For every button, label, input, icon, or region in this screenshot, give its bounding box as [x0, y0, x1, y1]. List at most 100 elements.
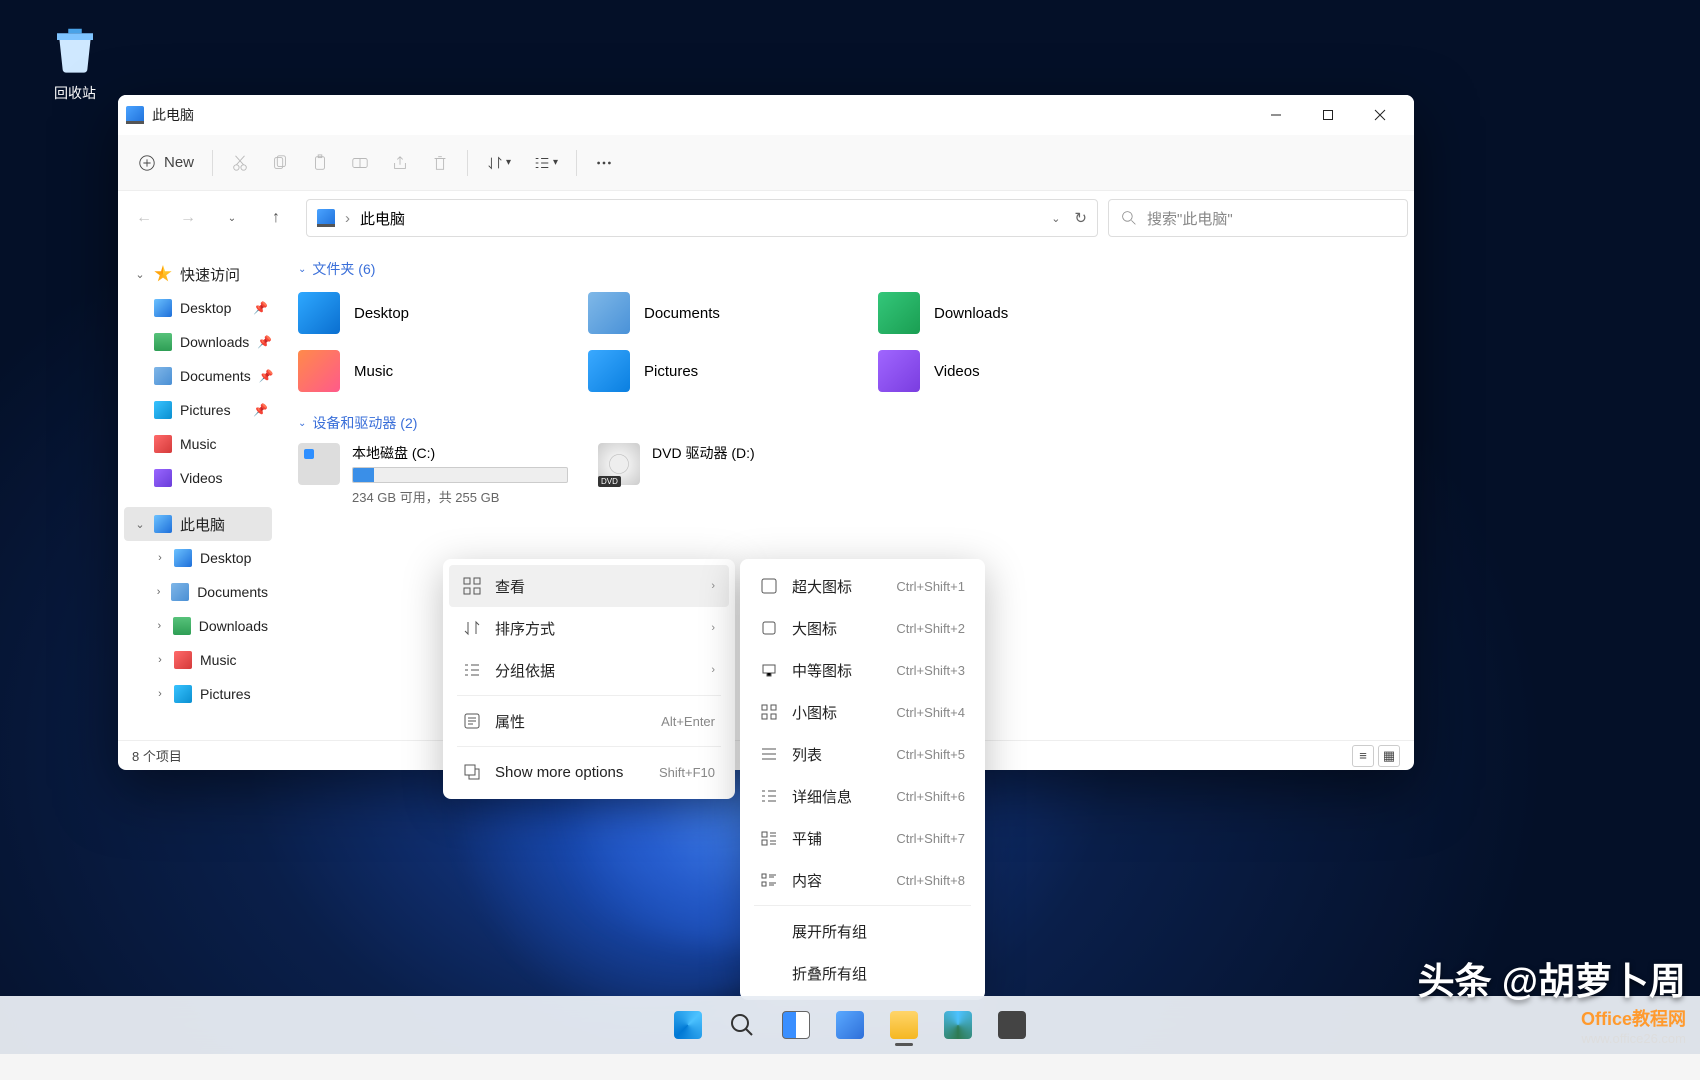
- documents-icon: [588, 292, 630, 334]
- search-box[interactable]: 搜索"此电脑": [1108, 199, 1408, 237]
- submenu-medium[interactable]: 中等图标Ctrl+Shift+3: [746, 649, 979, 691]
- copy-button[interactable]: [261, 143, 299, 183]
- this-pc-header[interactable]: ⌄此电脑: [124, 507, 272, 541]
- pictures-icon: [154, 401, 172, 419]
- quick-access-header[interactable]: ⌄快速访问: [118, 257, 278, 291]
- sidebar-item-desktop[interactable]: Desktop📌: [118, 291, 278, 325]
- explorer-taskbar-button[interactable]: [881, 1002, 927, 1048]
- folder-videos[interactable]: Videos: [878, 347, 1148, 395]
- pin-icon: 📌: [253, 301, 268, 315]
- submenu-small[interactable]: 小图标Ctrl+Shift+4: [746, 691, 979, 733]
- store-button[interactable]: [989, 1002, 1035, 1048]
- drive-d[interactable]: DVD 驱动器 (D:): [598, 443, 868, 506]
- content-icon: [760, 871, 778, 889]
- folder-pictures[interactable]: Pictures: [588, 347, 858, 395]
- widgets-button[interactable]: [827, 1002, 873, 1048]
- sidebar-item-music[interactable]: Music: [118, 427, 278, 461]
- tiles-view-toggle[interactable]: ▦: [1378, 745, 1400, 767]
- new-button[interactable]: New: [128, 143, 204, 183]
- drive-c[interactable]: 本地磁盘 (C:) 234 GB 可用，共 255 GB: [298, 443, 568, 506]
- submenu-content[interactable]: 内容Ctrl+Shift+8: [746, 859, 979, 901]
- grid-icon: [463, 577, 481, 595]
- more-button[interactable]: [585, 143, 623, 183]
- recent-button[interactable]: ⌄: [212, 198, 252, 238]
- submenu-tiles[interactable]: 平铺Ctrl+Shift+7: [746, 817, 979, 859]
- dvd-icon: [598, 443, 640, 485]
- back-button[interactable]: ←: [124, 198, 164, 238]
- sidebar-item-documents[interactable]: Documents📌: [118, 359, 278, 393]
- watermark: 头条 @胡萝卜周 Office教程网 www.office26.com: [1418, 951, 1686, 1046]
- cut-button[interactable]: [221, 143, 259, 183]
- folder-music[interactable]: Music: [298, 347, 568, 395]
- address-bar[interactable]: › 此电脑 ⌄ ↻: [306, 199, 1098, 237]
- sidebar-pc-desktop[interactable]: ›Desktop: [118, 541, 278, 575]
- menu-properties[interactable]: 属性Alt+Enter: [449, 700, 729, 742]
- chevron-right-icon: ›: [711, 622, 715, 634]
- drives-group-header[interactable]: ⌄设备和驱动器 (2): [298, 413, 1394, 433]
- submenu-collapse-all[interactable]: 折叠所有组: [746, 952, 979, 994]
- maximize-button[interactable]: [1302, 95, 1354, 135]
- submenu-details[interactable]: 详细信息Ctrl+Shift+6: [746, 775, 979, 817]
- delete-button[interactable]: [421, 143, 459, 183]
- search-button[interactable]: [719, 1002, 765, 1048]
- chevron-down-icon[interactable]: ⌄: [1051, 212, 1060, 225]
- recycle-bin[interactable]: 回收站: [30, 22, 120, 103]
- sidebar-pc-downloads[interactable]: ›Downloads: [118, 609, 278, 643]
- minimize-button[interactable]: [1250, 95, 1302, 135]
- folders-group-header[interactable]: ⌄文件夹 (6): [298, 259, 1394, 279]
- start-button[interactable]: [665, 1002, 711, 1048]
- share-icon: [391, 154, 409, 172]
- forward-button[interactable]: →: [168, 198, 208, 238]
- submenu-list[interactable]: 列表Ctrl+Shift+5: [746, 733, 979, 775]
- folder-downloads[interactable]: Downloads: [878, 289, 1148, 337]
- paste-button[interactable]: [301, 143, 339, 183]
- sidebar-item-pictures[interactable]: Pictures📌: [118, 393, 278, 427]
- this-pc-icon: [317, 209, 335, 227]
- menu-sort[interactable]: 排序方式›: [449, 607, 729, 649]
- sidebar-pc-documents[interactable]: ›Documents: [118, 575, 278, 609]
- refresh-button[interactable]: ↻: [1074, 209, 1087, 227]
- folder-documents[interactable]: Documents: [588, 289, 858, 337]
- new-label: New: [164, 154, 194, 171]
- details-view-toggle[interactable]: ≡: [1352, 745, 1374, 767]
- sidebar-item-downloads[interactable]: Downloads📌: [118, 325, 278, 359]
- sort-icon: [463, 619, 481, 637]
- menu-more-options[interactable]: Show more optionsShift+F10: [449, 751, 729, 793]
- drive-c-usage-bar: [352, 467, 568, 483]
- chevron-right-icon: ›: [345, 210, 350, 227]
- sidebar-pc-pictures[interactable]: ›Pictures: [118, 677, 278, 711]
- submenu-extra-large[interactable]: 超大图标Ctrl+Shift+1: [746, 565, 979, 607]
- search-placeholder: 搜索"此电脑": [1147, 208, 1233, 229]
- taskview-icon: [782, 1011, 810, 1039]
- sidebar-pc-music[interactable]: ›Music: [118, 643, 278, 677]
- sort-button[interactable]: ▾: [476, 143, 521, 183]
- titlebar[interactable]: 此电脑: [118, 95, 1414, 135]
- folder-desktop[interactable]: Desktop: [298, 289, 568, 337]
- up-button[interactable]: ↑: [256, 198, 296, 238]
- lg-icon: [760, 619, 778, 637]
- view-submenu: 超大图标Ctrl+Shift+1 大图标Ctrl+Shift+2 中等图标Ctr…: [740, 559, 985, 1000]
- sidebar-item-videos[interactable]: Videos: [118, 461, 278, 495]
- menu-group[interactable]: 分组依据›: [449, 649, 729, 691]
- rename-button[interactable]: [341, 143, 379, 183]
- md-icon: [760, 661, 778, 679]
- sm-icon: [760, 703, 778, 721]
- close-button[interactable]: [1354, 95, 1406, 135]
- address-segment[interactable]: 此电脑: [360, 208, 405, 229]
- videos-icon: [154, 469, 172, 487]
- recycle-bin-label: 回收站: [30, 83, 120, 103]
- windows-icon: [674, 1011, 702, 1039]
- tiles-icon: [760, 829, 778, 847]
- submenu-large[interactable]: 大图标Ctrl+Shift+2: [746, 607, 979, 649]
- list-icon: [760, 745, 778, 763]
- task-view-button[interactable]: [773, 1002, 819, 1048]
- submenu-expand-all[interactable]: 展开所有组: [746, 910, 979, 952]
- menu-view[interactable]: 查看›: [449, 565, 729, 607]
- copy-icon: [271, 154, 289, 172]
- edge-button[interactable]: [935, 1002, 981, 1048]
- sort-icon: [486, 154, 504, 172]
- properties-icon: [463, 712, 481, 730]
- view-button[interactable]: ▾: [523, 143, 568, 183]
- share-button[interactable]: [381, 143, 419, 183]
- search-icon: [1121, 210, 1137, 226]
